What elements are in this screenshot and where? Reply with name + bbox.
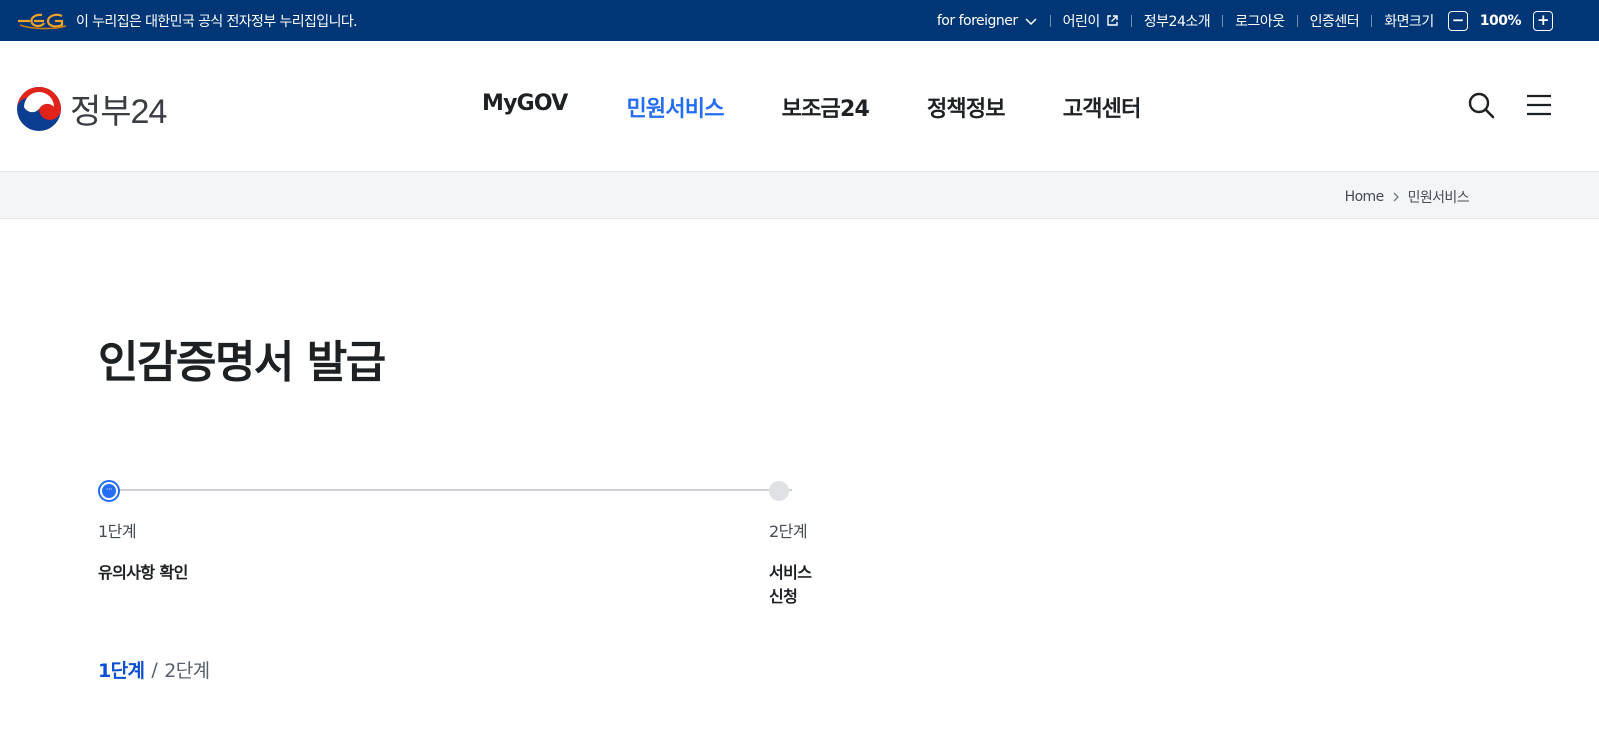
step-counter-total: 2단계 [164, 660, 210, 682]
kids-link-label: 어린이 [1062, 13, 1101, 30]
for-foreigner-dropdown[interactable]: for foreigner [937, 13, 1038, 29]
step-2-label: 서비스 신청 [769, 563, 812, 606]
taegeuk-logo-icon [17, 86, 61, 131]
step-2-indicator [769, 481, 789, 501]
breadcrumb: Home 민원서비스 [1345, 187, 1470, 207]
step-counter-current: 1단계 [98, 660, 145, 682]
hamburger-menu-icon [1527, 94, 1551, 116]
breadcrumb-bar: Home 민원서비스 [0, 172, 1599, 219]
header-tools [1467, 91, 1553, 119]
chevron-down-icon [1025, 17, 1037, 25]
nav-item-mygov[interactable]: MyGOV [482, 91, 568, 123]
nav-item-policy-info[interactable]: 정책정보 [927, 91, 1006, 123]
zoom-out-button[interactable]: − [1447, 10, 1468, 31]
logout-link[interactable]: 로그아웃 [1235, 11, 1285, 31]
gov-notice-bar: 이 누리집은 대한민국 공식 전자정부 누리집입니다. for foreigne… [0, 0, 1599, 41]
divider [1296, 14, 1298, 27]
divider [1222, 14, 1224, 27]
breadcrumb-home[interactable]: Home [1345, 189, 1385, 205]
external-link-icon [1107, 15, 1118, 26]
brand-logo-link[interactable]: 정부24 [16, 84, 167, 133]
divider [1049, 14, 1051, 27]
page-title: 인감증명서 발급 [98, 337, 386, 388]
kids-link[interactable]: 어린이 [1063, 11, 1119, 31]
for-foreigner-label: for foreigner [936, 12, 1018, 29]
gov-notice: 이 누리집은 대한민국 공식 전자정부 누리집입니다. [16, 11, 358, 31]
step-counter: 1단계 / 2단계 [98, 656, 210, 683]
divider [1371, 14, 1373, 27]
step-1-label: 유의사항 확인 [98, 563, 188, 582]
gov-notice-text: 이 누리집은 대한민국 공식 전자정부 누리집입니다. [76, 13, 358, 30]
zoom-in-button[interactable]: + [1533, 10, 1553, 31]
utility-links: for foreigner 어린이 정부24소개 로그아웃 인증센터 화면크기 [937, 10, 1553, 31]
chevron-right-icon [1393, 192, 1399, 202]
cert-center-link[interactable]: 인증센터 [1310, 11, 1360, 31]
breadcrumb-current[interactable]: 민원서비스 [1408, 187, 1470, 207]
egov-logo-icon [18, 13, 67, 29]
nav-item-subsidy24[interactable]: 보조금24 [782, 91, 870, 123]
stepper-track [112, 489, 792, 491]
main-navigation: MyGOV 민원서비스 보조금24 정책정보 고객센터 [482, 91, 1141, 123]
step-counter-separator: / [151, 658, 158, 681]
brand-name: 정부24 [70, 93, 167, 131]
nav-item-civil-service[interactable]: 민원서비스 [626, 91, 724, 123]
search-button[interactable] [1467, 91, 1495, 119]
logout-link-label: 로그아웃 [1235, 13, 1285, 30]
progress-stepper: ··· 1단계 유의사항 확인 2단계 서비스 신청 [98, 480, 818, 606]
nav-item-customer-center[interactable]: 고객센터 [1063, 91, 1142, 123]
zoom-level: 100% [1479, 12, 1522, 29]
step-1-number: 1단계 [98, 522, 137, 541]
menu-button[interactable] [1525, 91, 1553, 119]
step-1-dot-text: ··· [102, 484, 116, 498]
step-1-current-indicator: ··· [98, 480, 120, 502]
divider [1130, 14, 1132, 27]
cert-center-label: 인증센터 [1309, 13, 1360, 30]
step-2-number: 2단계 [769, 522, 808, 541]
search-icon [1468, 92, 1495, 119]
site-header: 정부24 MyGOV 민원서비스 보조금24 정책정보 고객센터 [0, 41, 1599, 172]
screen-size-control: 화면크기 − 100% + [1384, 10, 1553, 31]
about-link[interactable]: 정부24소개 [1143, 11, 1211, 31]
screen-size-label: 화면크기 [1384, 13, 1434, 30]
about-link-label: 정부24소개 [1143, 13, 1211, 30]
